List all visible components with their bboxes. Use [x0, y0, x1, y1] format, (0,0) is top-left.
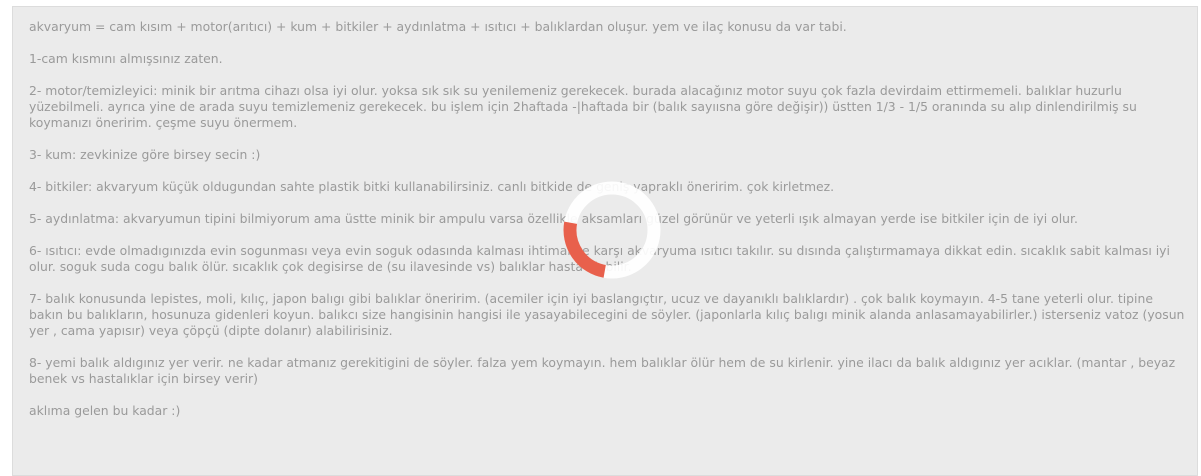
- text-editor[interactable]: akvaryum = cam kısım + motor(arıtıcı) + …: [12, 6, 1198, 476]
- paragraph-intro: akvaryum = cam kısım + motor(arıtıcı) + …: [29, 19, 847, 34]
- paragraph-kum: 3- kum: zevkinize göre birsey secin :): [29, 147, 261, 162]
- paragraph-closing: aklıma gelen bu kadar :): [29, 403, 181, 418]
- paragraph-yem: 8- yemi balık aldıgınız yer verir. ne ka…: [29, 355, 1180, 386]
- loading-spinner-icon: [563, 181, 661, 279]
- paragraph-cam: 1-cam kısmını almışsınız zaten.: [29, 51, 223, 66]
- paragraph-motor: 2- motor/temizleyici: minik bir arıtma c…: [29, 83, 1141, 130]
- paragraph-balik: 7- balık konusunda lepistes, moli, kılıç…: [29, 291, 1189, 338]
- spinner-arc: [563, 221, 607, 278]
